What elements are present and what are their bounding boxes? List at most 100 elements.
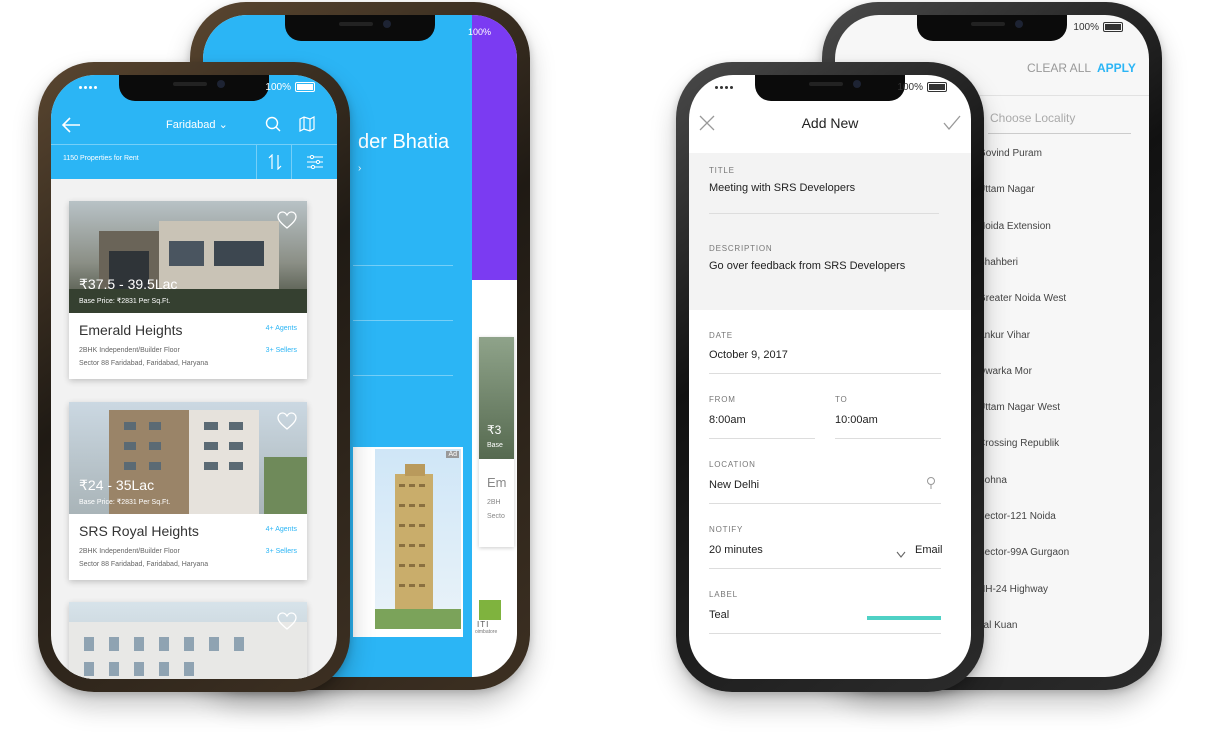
signal-icon [79, 85, 97, 89]
ad-banner[interactable]: Ad [353, 447, 463, 637]
filter-button[interactable] [291, 145, 337, 179]
map-icon[interactable] [299, 116, 315, 137]
profile-name: der Bhatia [358, 131, 450, 153]
location-pin-icon[interactable] [926, 476, 936, 495]
to-input[interactable]: 10:00am [835, 414, 878, 426]
field-underline [709, 503, 941, 504]
label-color-swatch [867, 616, 941, 620]
bg-card-price: ₹3 [487, 423, 502, 437]
clear-all-button[interactable]: CLEAR ALL [1027, 61, 1091, 75]
city-name: Faridabad [166, 119, 216, 131]
signal-indicator [715, 79, 733, 95]
locality-list: Govind Puram Uttam Nagar Noida Extension Sh… [978, 148, 1138, 648]
drawer-divider [353, 375, 453, 376]
back-arrow-icon[interactable] [61, 117, 81, 138]
heart-icon[interactable] [277, 211, 297, 234]
battery-icon [1103, 22, 1123, 32]
status-battery: 100% [1073, 21, 1099, 33]
property-type: 2BHK Independent/Builder Floor [79, 548, 180, 555]
notify-method[interactable]: Email [915, 544, 943, 556]
property-card[interactable]: ₹24 - 35Lac Base Price: ₹2831 Per Sq.Ft.… [69, 402, 307, 580]
property-image: ₹24 - 35Lac Base Price: ₹2831 Per Sq.Ft. [69, 402, 307, 514]
date-input[interactable]: October 9, 2017 [709, 349, 788, 361]
brand-text: ITI [477, 620, 490, 629]
status-bar: 100% [265, 79, 315, 95]
property-base-price: Base Price: ₹2831 Per Sq.Ft. [79, 298, 171, 305]
field-underline [709, 373, 941, 374]
tower-illustration [375, 464, 461, 629]
form-title: Add New [801, 115, 859, 131]
notify-select[interactable]: 20 minutes [709, 544, 763, 556]
locality-search-placeholder: Choose Locality [990, 111, 1076, 125]
status-bar: 100% [897, 79, 947, 95]
location-input[interactable]: New Delhi [709, 479, 759, 491]
property-base-price: Base Price: ₹2831 Per Sq.Ft. [79, 499, 171, 506]
bg-card-name: Em [487, 475, 507, 490]
locality-item[interactable]: Greater Noida West [978, 293, 1066, 304]
agents-link[interactable]: 4+ Agents [266, 325, 297, 332]
notify-label: NOTIFY [709, 525, 744, 534]
locality-item[interactable]: Sector-121 Noida [978, 511, 1056, 522]
locality-item[interactable]: Uttam Nagar West [978, 402, 1060, 413]
brand-logo: ITI oimbatore [473, 600, 513, 645]
bg-card-addr: Secto [487, 513, 505, 520]
sellers-link[interactable]: 3+ Sellers [266, 548, 297, 555]
heart-icon[interactable] [277, 412, 297, 435]
location-label: LOCATION [709, 460, 756, 469]
notch [119, 75, 269, 101]
brand-city: oimbatore [475, 629, 498, 635]
bg-card-type: 2BH [487, 499, 501, 506]
property-name: SRS Royal Heights [79, 523, 199, 539]
check-icon[interactable] [943, 115, 961, 136]
status-bar: 100% [1073, 19, 1123, 35]
property-count: 1150 Properties for Rent [63, 155, 139, 162]
bg-card[interactable]: ₹3 Base Em 2BH Secto [479, 337, 514, 547]
sellers-link[interactable]: 3+ Sellers [266, 347, 297, 354]
chevron-right-icon[interactable]: › [358, 163, 361, 174]
label-select[interactable]: Teal [709, 609, 729, 621]
sliders-icon [307, 155, 323, 169]
ad-badge: Ad [446, 451, 459, 458]
agents-link[interactable]: 4+ Agents [266, 526, 297, 533]
apply-button[interactable]: APPLY [1097, 61, 1136, 75]
locality-item[interactable]: Shahberi [978, 257, 1018, 268]
listing-screen: 100% Faridabad ⌄ 1150 Properties for Ren… [51, 75, 337, 679]
notch [755, 75, 905, 101]
property-card[interactable]: ₹37.5 - 39.5Lac Base Price: ₹2831 Per Sq… [69, 201, 307, 379]
locality-item[interactable]: Dwarka Mor [978, 366, 1032, 377]
status-battery: 100% [897, 81, 923, 93]
title-input[interactable]: Meeting with SRS Developers [709, 182, 855, 194]
locality-item[interactable]: Noida Extension [978, 221, 1051, 232]
chevron-down-icon[interactable] [896, 546, 906, 564]
details-section: TITLE Meeting with SRS Developers DESCRI… [689, 153, 971, 310]
field-underline [709, 438, 815, 439]
building-image [375, 449, 461, 629]
locality-item[interactable]: Sector-99A Gurgaon [978, 547, 1069, 558]
locality-search[interactable]: Choose Locality [988, 107, 1131, 134]
field-underline [709, 213, 939, 214]
property-card[interactable] [69, 602, 307, 679]
locality-item[interactable]: NH-24 Highway [978, 584, 1048, 595]
field-underline [709, 568, 941, 569]
locality-item[interactable]: Uttam Nagar [978, 184, 1035, 195]
locality-item[interactable]: Govind Puram [978, 148, 1042, 159]
property-name: Emerald Heights [79, 322, 183, 338]
sort-button[interactable] [256, 145, 292, 179]
locality-item[interactable]: Ankur Vihar [978, 330, 1030, 341]
notch [917, 15, 1067, 41]
heart-icon[interactable] [277, 612, 297, 635]
title-label: TITLE [709, 166, 735, 175]
description-input[interactable]: Go over feedback from SRS Developers [709, 260, 905, 272]
property-type: 2BHK Independent/Builder Floor [79, 347, 180, 354]
search-icon[interactable] [265, 116, 281, 137]
battery-icon [295, 82, 315, 92]
bg-card-image: ₹3 Base [479, 337, 514, 459]
property-image: ₹37.5 - 39.5Lac Base Price: ₹2831 Per Sq… [69, 201, 307, 313]
city-selector[interactable]: Faridabad ⌄ [166, 118, 228, 131]
locality-item[interactable]: Crossing Republik [978, 438, 1059, 449]
property-address: Sector 88 Faridabad, Faridabad, Haryana [79, 561, 209, 568]
drawer-divider [353, 320, 453, 321]
phone-form: 100% Add New TITLE Meeting with SRS Deve… [676, 62, 984, 692]
apartment-illustration [69, 622, 307, 679]
from-input[interactable]: 8:00am [709, 414, 746, 426]
